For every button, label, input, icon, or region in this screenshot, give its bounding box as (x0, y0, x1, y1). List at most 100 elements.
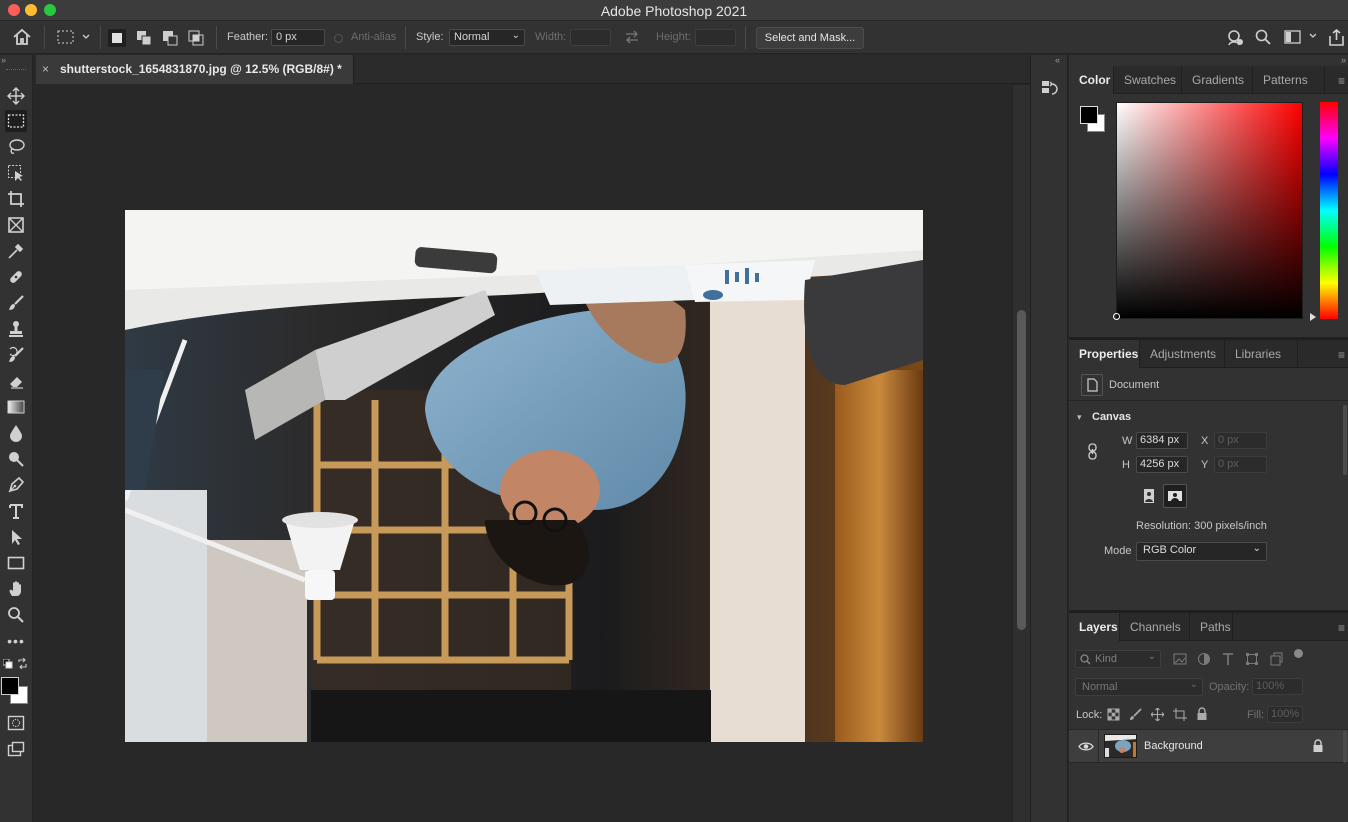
document-image[interactable] (125, 210, 923, 742)
link-dimensions-icon[interactable] (1087, 443, 1099, 464)
color-field[interactable] (1116, 102, 1303, 319)
panel-menu-icon[interactable]: ≡ (1338, 348, 1345, 362)
landscape-orientation-icon[interactable] (1163, 484, 1187, 508)
screen-mode-icon[interactable] (5, 738, 27, 760)
anti-alias-checkbox[interactable] (334, 34, 343, 43)
document-tab[interactable]: × shutterstock_1654831870.jpg @ 12.5% (R… (36, 55, 354, 84)
move-tool-icon[interactable] (5, 85, 27, 107)
history-panel-icon[interactable] (1041, 79, 1059, 102)
healing-brush-tool-icon[interactable] (5, 266, 27, 288)
layers-scrollbar[interactable] (1343, 730, 1347, 763)
tab-swatches[interactable]: Swatches (1114, 66, 1182, 94)
blend-mode-select[interactable]: Normal ⌄ (1075, 678, 1203, 696)
new-selection-icon[interactable] (108, 29, 126, 47)
chevron-down-icon: ⌄ (1147, 651, 1156, 662)
canvas-width-input[interactable]: 6384 px (1136, 432, 1188, 449)
scrollbar-thumb[interactable] (1017, 310, 1026, 630)
filter-type-icon[interactable] (1221, 652, 1235, 669)
lock-transparent-pixels-icon[interactable] (1107, 708, 1120, 724)
opacity-input[interactable]: 100% (1252, 678, 1303, 695)
subtract-from-selection-icon[interactable] (161, 29, 179, 47)
rectangle-tool-icon[interactable] (5, 552, 27, 574)
filter-smart-object-icon[interactable] (1269, 652, 1283, 669)
search-icon[interactable] (1255, 29, 1271, 48)
panel-menu-icon[interactable]: ≡ (1338, 621, 1345, 635)
swap-colors-icon[interactable] (17, 657, 28, 672)
clone-stamp-tool-icon[interactable] (5, 318, 27, 340)
color-mode-select[interactable]: RGB Color ⌄ (1136, 542, 1267, 561)
tab-adjustments[interactable]: Adjustments (1140, 340, 1225, 368)
color-panel-foreground-swatch[interactable] (1080, 106, 1098, 124)
canvas-x-input[interactable]: 0 px (1214, 432, 1267, 449)
zoom-tool-icon[interactable] (5, 604, 27, 626)
pen-tool-icon[interactable] (5, 474, 27, 496)
feather-input[interactable]: 0 px (271, 29, 325, 46)
fill-input[interactable]: 100% (1267, 706, 1303, 723)
filter-shape-icon[interactable] (1245, 652, 1259, 669)
crop-tool-icon[interactable] (5, 188, 27, 210)
gradient-tool-icon[interactable] (5, 396, 27, 418)
hand-tool-icon[interactable] (5, 578, 27, 600)
dodge-tool-icon[interactable] (5, 448, 27, 470)
frame-tool-icon[interactable] (5, 214, 27, 236)
close-tab-icon[interactable]: × (42, 62, 49, 76)
intersect-selection-icon[interactable] (187, 29, 205, 47)
canvas-height-input[interactable]: 4256 px (1136, 456, 1188, 473)
layer-filter-select[interactable]: Kind ⌄ (1075, 650, 1161, 668)
lock-image-pixels-icon[interactable] (1129, 708, 1142, 724)
layer-row[interactable]: Background (1069, 730, 1348, 763)
quick-mask-icon[interactable] (5, 712, 27, 734)
tab-paths[interactable]: Paths (1190, 613, 1233, 641)
learn-icon[interactable] (1226, 29, 1244, 50)
workspace-icon[interactable] (1284, 30, 1317, 47)
properties-scrollbar[interactable] (1343, 405, 1347, 475)
lock-position-icon[interactable] (1150, 707, 1165, 724)
hue-slider-handle[interactable] (1310, 313, 1316, 321)
eye-icon[interactable] (1078, 741, 1094, 755)
history-brush-tool-icon[interactable] (5, 344, 27, 366)
height-input[interactable] (695, 29, 736, 46)
filter-adjustment-icon[interactable] (1197, 652, 1211, 669)
marquee-preset-icon[interactable] (57, 29, 93, 48)
type-tool-icon[interactable] (5, 500, 27, 522)
eraser-tool-icon[interactable] (5, 370, 27, 392)
tab-properties[interactable]: Properties (1069, 340, 1140, 368)
tab-gradients[interactable]: Gradients (1182, 66, 1253, 94)
foreground-color-swatch[interactable] (1, 677, 19, 695)
select-and-mask-button[interactable]: Select and Mask... (756, 27, 864, 49)
lock-all-icon[interactable] (1196, 707, 1208, 724)
blur-tool-icon[interactable] (5, 422, 27, 444)
swap-dimensions-icon[interactable] (624, 30, 640, 47)
collapse-toolbar-icon[interactable]: » (1, 55, 6, 65)
rectangular-marquee-tool-icon[interactable] (5, 110, 27, 132)
canvas-vertical-scrollbar[interactable] (1012, 85, 1030, 822)
canvas-area[interactable] (36, 85, 1012, 822)
hue-slider[interactable] (1320, 102, 1338, 319)
tab-color[interactable]: Color (1069, 66, 1114, 94)
tab-layers[interactable]: Layers (1069, 613, 1120, 641)
edit-toolbar-icon[interactable]: ••• (5, 630, 27, 652)
tab-patterns[interactable]: Patterns (1253, 66, 1325, 94)
lasso-tool-icon[interactable] (5, 136, 27, 158)
path-selection-tool-icon[interactable] (5, 526, 27, 548)
add-to-selection-icon[interactable] (135, 29, 153, 47)
home-icon[interactable] (12, 28, 32, 49)
eyedropper-tool-icon[interactable] (5, 240, 27, 262)
object-selection-tool-icon[interactable] (5, 162, 27, 184)
collapse-right-dock-icon[interactable]: » (1341, 55, 1346, 65)
width-input[interactable] (570, 29, 611, 46)
share-icon[interactable] (1328, 28, 1346, 50)
style-select[interactable]: Normal ⌄ (449, 29, 525, 46)
default-colors-icon[interactable] (2, 658, 13, 672)
panel-menu-icon[interactable]: ≡ (1338, 74, 1345, 88)
filter-toggle-icon[interactable] (1294, 649, 1303, 658)
tab-channels[interactable]: Channels (1120, 613, 1190, 641)
brush-tool-icon[interactable] (5, 292, 27, 314)
collapse-dock-icon[interactable]: « (1055, 55, 1060, 65)
lock-artboard-icon[interactable] (1173, 708, 1187, 724)
canvas-y-input[interactable]: 0 px (1214, 456, 1267, 473)
portrait-orientation-icon[interactable] (1139, 486, 1159, 506)
chevron-down-icon[interactable]: ▾ (1077, 412, 1082, 423)
filter-pixel-icon[interactable] (1173, 652, 1187, 669)
tab-libraries[interactable]: Libraries (1225, 340, 1298, 368)
